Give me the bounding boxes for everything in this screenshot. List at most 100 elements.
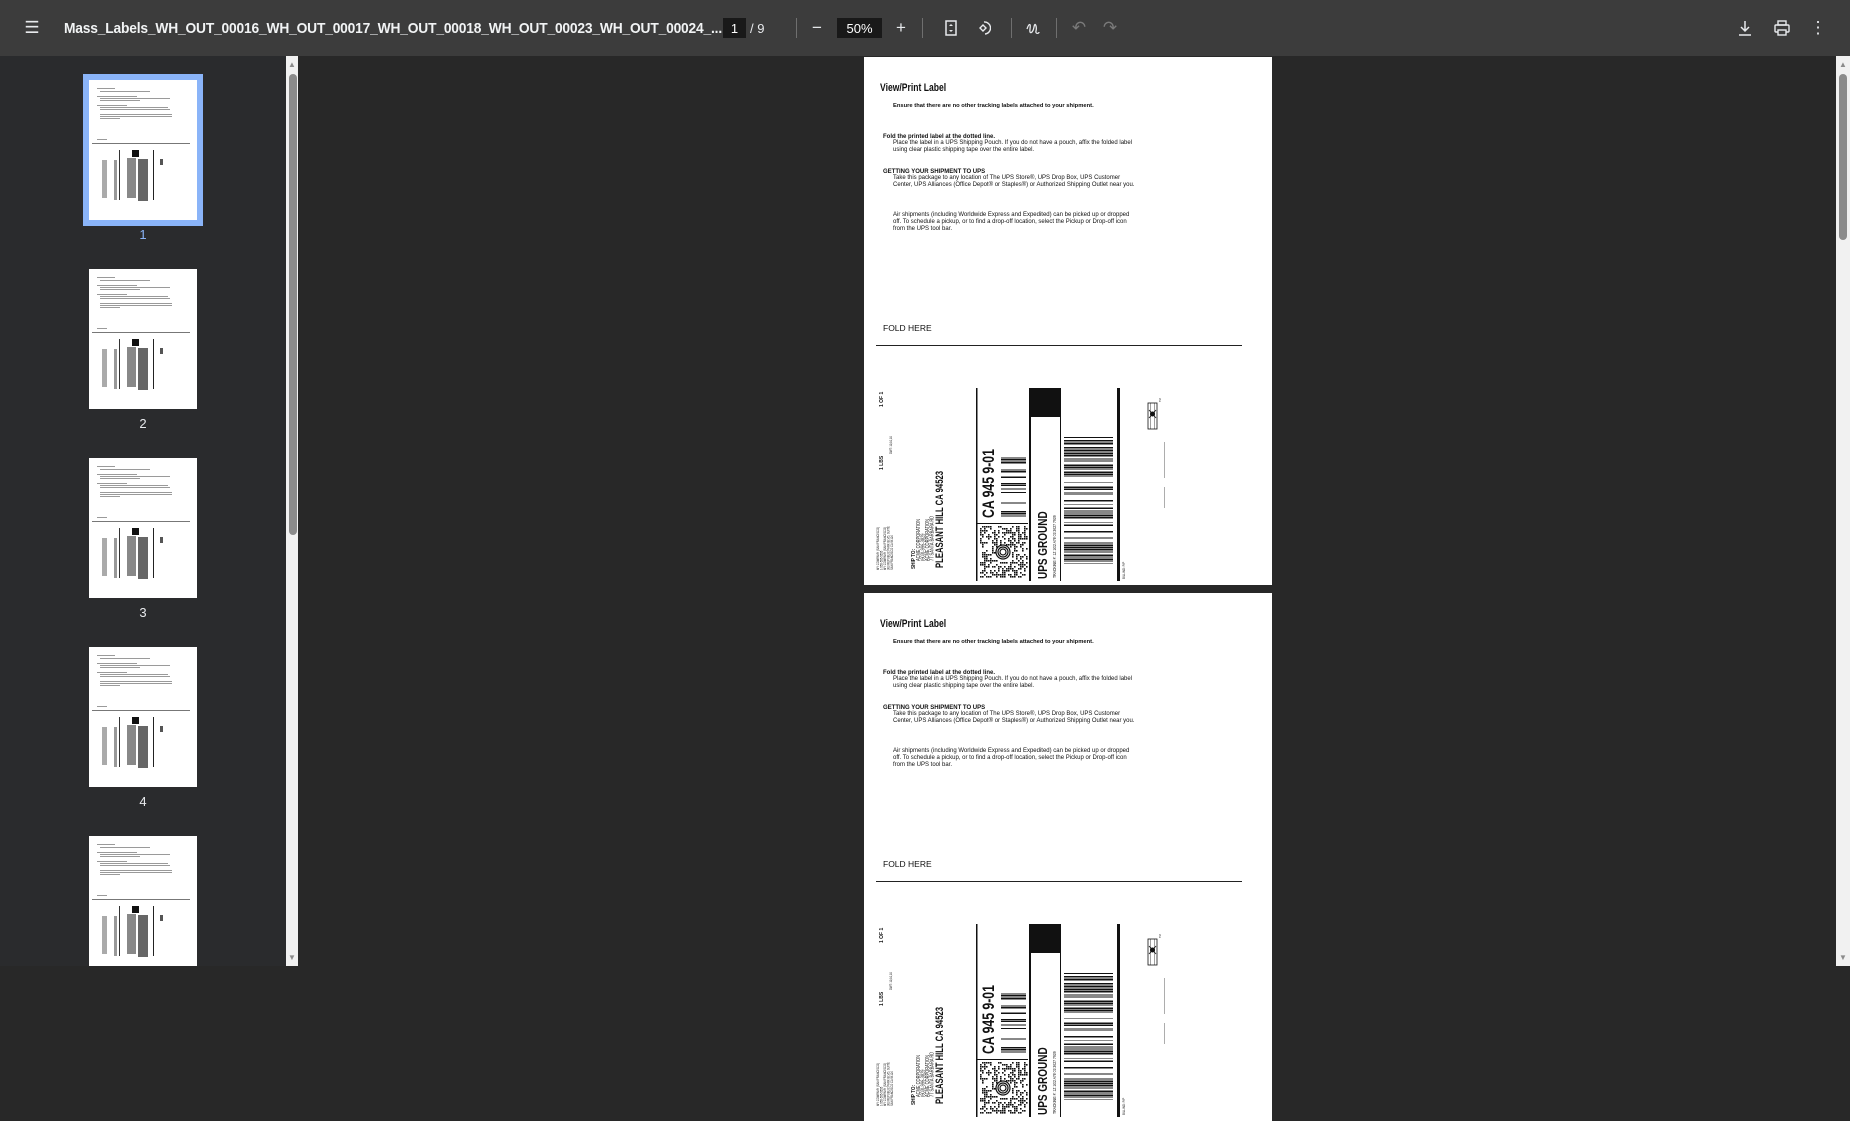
undo-icon[interactable]: ↶	[1064, 0, 1094, 56]
thumbnail-text-line	[97, 844, 115, 845]
barcode-bar	[1001, 1047, 1026, 1049]
maxicode-module	[994, 1096, 996, 1098]
main-scrollbar-thumb[interactable]	[1839, 74, 1847, 240]
thumbnail-label-graphic	[138, 159, 148, 201]
maxicode-module	[1026, 1064, 1028, 1066]
page-thumbnail[interactable]	[83, 74, 203, 226]
maxicode-module	[1014, 1084, 1016, 1086]
maxicode-module	[1012, 526, 1014, 528]
maxicode-module	[982, 570, 984, 572]
trademark: TM	[1159, 934, 1162, 938]
thumbnail-label-graphic	[102, 349, 107, 387]
maxicode-module	[1000, 1102, 1002, 1104]
page-thumbnail[interactable]	[89, 269, 197, 409]
maxicode-module	[1018, 1068, 1020, 1070]
sidebar-scrollbar-thumb[interactable]	[289, 74, 297, 535]
maxicode-module	[984, 1092, 986, 1094]
thumbnail-text-line	[97, 277, 115, 278]
maxicode-module	[1020, 546, 1022, 548]
dwt-text: DWT: 10,10,10	[889, 972, 893, 990]
maxicode-module	[988, 538, 990, 540]
maxicode-module	[996, 544, 998, 546]
maxicode-module	[1002, 528, 1004, 530]
maxicode-module	[1002, 572, 1004, 574]
thumbnail-label-graphic	[160, 537, 163, 543]
thumbnail-text-line	[100, 870, 172, 871]
rotate-icon[interactable]	[968, 0, 998, 56]
maxicode-module	[998, 570, 1000, 572]
maxicode-module	[980, 1068, 982, 1070]
maxicode-module	[996, 1076, 998, 1078]
maxicode-module	[1024, 1070, 1026, 1072]
maxicode-module	[1002, 1112, 1004, 1114]
barcode-bar	[1064, 1025, 1113, 1026]
zoom-in-icon[interactable]: +	[886, 0, 916, 56]
maxicode-module	[1018, 526, 1020, 528]
page-thumbnail[interactable]	[89, 458, 197, 598]
barcode-bar	[1001, 513, 1026, 514]
barcode-bar	[1064, 1011, 1113, 1013]
maxicode-module	[996, 1074, 998, 1076]
maxicode-module	[984, 530, 986, 532]
maxicode-module	[1014, 1068, 1016, 1070]
zoom-input[interactable]: 50%	[837, 18, 882, 38]
maxicode-module	[1026, 548, 1028, 550]
maxicode-module	[1004, 1074, 1006, 1076]
maxicode-module	[1004, 1070, 1006, 1072]
maxicode-module	[992, 1102, 994, 1104]
maxicode-module	[986, 556, 988, 558]
barcode-bar	[1064, 508, 1113, 509]
barcode-bar	[1064, 976, 1113, 977]
maxicode-module	[980, 562, 982, 564]
maxicode-module	[996, 576, 998, 578]
maxicode-module	[1018, 542, 1020, 544]
maxicode-module	[1022, 562, 1024, 564]
scroll-down-arrow-icon[interactable]: ▼	[287, 953, 297, 963]
page-thumbnail[interactable]	[89, 836, 197, 966]
barcode-bar	[1064, 560, 1113, 562]
barcode-bar	[1001, 516, 1026, 517]
maxicode-module	[994, 552, 996, 554]
maxicode-module	[1010, 1078, 1012, 1080]
barcode-bar	[1064, 1007, 1113, 1008]
menu-icon[interactable]: ☰	[17, 0, 47, 56]
maxicode-module	[1014, 1076, 1016, 1078]
barcode-bar	[1001, 461, 1026, 462]
maxicode-module	[1000, 526, 1002, 528]
barcode-bar	[1064, 554, 1113, 556]
download-icon[interactable]	[1730, 0, 1760, 56]
barcode-bar	[1064, 1040, 1113, 1041]
annotate-icon[interactable]	[1018, 0, 1048, 56]
maxicode-module	[986, 1086, 988, 1088]
redo-icon[interactable]: ↷	[1095, 0, 1125, 56]
thumbnail-label-graphic	[153, 150, 154, 200]
thumbnail-fold-line	[92, 710, 190, 711]
more-icon[interactable]: ⋮	[1803, 0, 1833, 56]
fit-page-icon[interactable]	[936, 0, 966, 56]
maxicode-module	[1020, 1094, 1022, 1096]
maxicode-module	[1012, 1070, 1014, 1072]
scroll-down-arrow-icon[interactable]: ▼	[1838, 953, 1848, 963]
maxicode-module	[992, 1108, 994, 1110]
maxicode-module	[996, 1108, 998, 1110]
maxicode-module	[1022, 1084, 1024, 1086]
barcode-bar	[1064, 504, 1113, 505]
barcode-bar	[1064, 1018, 1113, 1019]
barcode-bar	[1064, 551, 1113, 553]
maxicode-module	[1002, 532, 1004, 534]
zoom-out-icon[interactable]: −	[802, 0, 832, 56]
maxicode-module	[984, 1088, 986, 1090]
print-icon[interactable]	[1767, 0, 1797, 56]
barcode-bar	[1064, 513, 1113, 514]
scroll-up-arrow-icon[interactable]: ▲	[1838, 60, 1848, 70]
maxicode-module	[1016, 528, 1018, 530]
maxicode-module	[1008, 1074, 1010, 1076]
maxicode-module	[986, 1094, 988, 1096]
page-thumbnail[interactable]	[89, 647, 197, 787]
scroll-up-arrow-icon[interactable]: ▲	[287, 60, 297, 70]
thumbnail-text-line	[100, 118, 120, 119]
thumbnail-label-graphic	[114, 727, 117, 767]
page-number-input[interactable]: 1	[723, 18, 746, 38]
maxicode-module	[1014, 1102, 1016, 1104]
barcode-bar	[1064, 556, 1113, 557]
